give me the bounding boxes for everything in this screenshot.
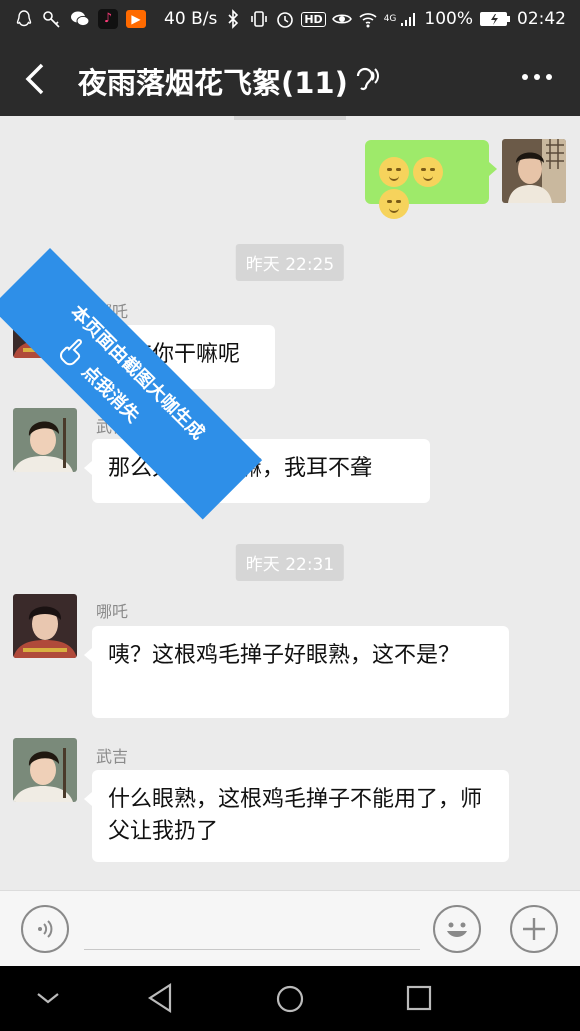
signal-badge: 4G (383, 14, 397, 24)
emoji-button[interactable] (433, 905, 481, 953)
previous-timestamp-fragment (234, 116, 346, 120)
smiley-icon (447, 922, 467, 937)
message-bubble[interactable]: 什么眼熟，这根鸡毛掸子不能用了，师父让我扔了 (84, 770, 509, 862)
earpiece-mode-icon (356, 67, 379, 91)
bluetooth-icon (228, 9, 239, 29)
more-actions-button[interactable] (510, 905, 558, 953)
hd-badge: HD (301, 11, 326, 27)
more-options-button[interactable] (522, 74, 552, 80)
battery-icon (480, 12, 510, 26)
smile-emoji-icon (413, 157, 443, 187)
input-bar (0, 890, 580, 967)
status-bar: ♪ ▶ 40 B/s HD 4G 100% 02:42 (0, 0, 580, 40)
qq-icon (16, 10, 32, 27)
sender-avatar[interactable] (13, 408, 77, 472)
sent-message-bubble[interactable] (365, 140, 497, 219)
sender-name: 哪吒 (96, 602, 129, 621)
timestamp: 昨天 22:25 (235, 244, 345, 281)
voice-icon (38, 920, 53, 938)
tiktok-icon: ♪ (98, 9, 118, 29)
clock: 02:42 (517, 9, 566, 29)
wechat-icon (71, 11, 90, 27)
eye-icon (331, 14, 352, 24)
chat-list[interactable]: 昨天 22:25 哪吒 武吉你干嘛呢 武吉 那么大嗓门干嘛，我耳不聋 昨天 22… (0, 116, 580, 890)
smile-emoji-icon (379, 157, 409, 187)
vibrate-icon (251, 11, 268, 27)
back-triangle-icon[interactable] (146, 982, 176, 1014)
sender-avatar[interactable] (13, 738, 77, 802)
signal-icon (401, 13, 416, 26)
video-app-icon: ▶ (126, 10, 146, 28)
alarm-icon (277, 12, 294, 28)
sender-name: 武吉 (96, 747, 129, 766)
hide-nav-chevron-down-icon[interactable] (34, 988, 62, 1008)
message-bubble[interactable]: 咦？这根鸡毛掸子好眼熟，这不是？ (84, 626, 509, 718)
wifi-icon (359, 13, 377, 28)
home-circle-icon[interactable] (275, 984, 305, 1014)
key-icon (43, 11, 60, 28)
smile-emoji-icon (379, 189, 409, 219)
page-title: 夜雨落烟花飞絮(11) (78, 66, 348, 100)
sender-avatar[interactable] (13, 594, 77, 658)
voice-input-button[interactable] (21, 905, 69, 953)
recent-apps-square-icon[interactable] (405, 984, 433, 1012)
net-speed: 40 B/s (164, 9, 218, 29)
system-nav-bar (0, 966, 580, 1031)
chat-header: 夜雨落烟花飞絮(11) (0, 40, 580, 116)
message-input[interactable] (84, 949, 420, 950)
back-arrow-icon[interactable] (20, 62, 50, 96)
timestamp: 昨天 22:31 (235, 544, 345, 581)
my-avatar[interactable] (502, 139, 566, 203)
battery-percent: 100% (424, 9, 473, 29)
plus-icon (523, 918, 545, 940)
